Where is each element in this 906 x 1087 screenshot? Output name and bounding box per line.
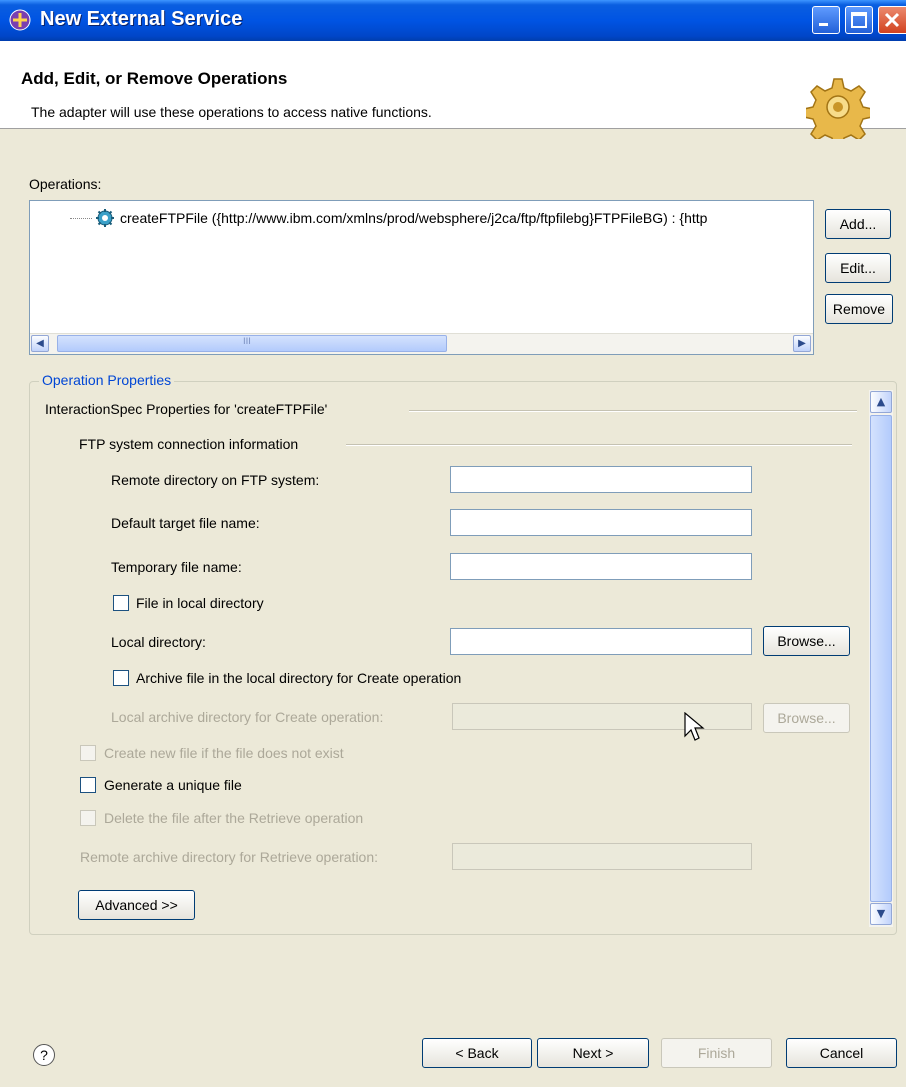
help-icon[interactable]: ? — [33, 1044, 55, 1066]
temp-file-label: Temporary file name: — [111, 559, 242, 575]
interactionspec-heading: InteractionSpec Properties for 'createFT… — [45, 401, 328, 417]
scroll-up-button[interactable]: ▲ — [870, 391, 892, 413]
close-button[interactable] — [878, 6, 906, 34]
arrow-up-icon: ▲ — [876, 395, 886, 408]
add-button[interactable]: Add... — [825, 209, 891, 239]
horizontal-scrollbar[interactable]: ◀ III ▶ — [30, 333, 813, 354]
delete-after-label: Delete the file after the Retrieve opera… — [104, 810, 364, 826]
local-archive-label: Local archive directory for Create opera… — [111, 709, 384, 725]
default-target-label: Default target file name: — [111, 515, 260, 531]
remove-button[interactable]: Remove — [825, 294, 893, 324]
scroll-thumb[interactable] — [870, 415, 892, 902]
maximize-button[interactable] — [845, 6, 873, 34]
ftp-heading: FTP system connection information — [79, 436, 299, 452]
arrow-right-icon: ▶ — [798, 338, 806, 349]
remote-archive-label: Remote archive directory for Retrieve op… — [80, 849, 379, 865]
back-button[interactable]: < Back — [422, 1038, 532, 1068]
file-in-local-label: File in local directory — [136, 595, 264, 611]
local-dir-label: Local directory: — [111, 634, 206, 650]
scroll-down-button[interactable]: ▼ — [870, 903, 892, 925]
scroll-thumb[interactable]: III — [57, 335, 447, 352]
group-legend: Operation Properties — [39, 372, 175, 388]
archive-label: Archive file in the local directory for … — [136, 670, 462, 686]
default-target-input[interactable] — [450, 509, 752, 536]
operations-list[interactable]: createFTPFile ({http://www.ibm.com/xmlns… — [29, 200, 814, 355]
cancel-button[interactable]: Cancel — [786, 1038, 897, 1068]
page-title: Add, Edit, or Remove Operations — [21, 69, 288, 88]
close-icon — [884, 12, 900, 28]
app-icon — [9, 9, 31, 31]
scroll-right-button[interactable]: ▶ — [793, 335, 811, 352]
tree-connector — [70, 217, 92, 219]
next-button[interactable]: Next > — [537, 1038, 649, 1068]
scroll-grip: III — [243, 337, 251, 347]
remote-archive-input[interactable] — [452, 843, 752, 870]
file-in-local-checkbox[interactable] — [113, 595, 129, 611]
local-dir-input[interactable] — [450, 628, 752, 655]
local-archive-input[interactable] — [452, 703, 752, 730]
page-description: The adapter will use these operations to… — [31, 104, 432, 120]
list-item[interactable]: createFTPFile ({http://www.ibm.com/xmlns… — [70, 207, 707, 229]
window-title: New External Service — [40, 8, 243, 30]
remote-dir-input[interactable] — [450, 466, 752, 493]
temp-file-input[interactable] — [450, 553, 752, 580]
finish-button[interactable]: Finish — [661, 1038, 772, 1068]
create-new-label: Create new file if the file does not exi… — [104, 745, 344, 761]
archive-checkbox[interactable] — [113, 670, 129, 686]
dialog-window: New External Service Add, Edit, or Remov… — [0, 0, 906, 1087]
minimize-button[interactable] — [812, 6, 840, 34]
operations-label: Operations: — [29, 176, 102, 192]
separator — [346, 444, 852, 446]
operation-label: createFTPFile ({http://www.ibm.com/xmlns… — [120, 210, 708, 226]
delete-after-checkbox[interactable] — [80, 810, 96, 826]
browse-archive-button[interactable]: Browse... — [763, 703, 850, 733]
edit-button[interactable]: Edit... — [825, 253, 891, 283]
generate-unique-checkbox[interactable] — [80, 777, 96, 793]
arrow-left-icon: ◀ — [36, 338, 44, 349]
maximize-icon — [851, 12, 867, 28]
remote-dir-label: Remote directory on FTP system: — [111, 472, 320, 488]
title-bar: New External Service — [0, 0, 906, 41]
browse-button[interactable]: Browse... — [763, 626, 850, 656]
vertical-scrollbar[interactable]: ▲ ▼ — [869, 390, 893, 927]
mouse-cursor-icon — [684, 712, 705, 741]
wizard-header: Add, Edit, or Remove Operations The adap… — [0, 41, 906, 129]
minimize-icon — [819, 23, 828, 26]
separator — [409, 410, 857, 412]
gear-icon — [806, 78, 870, 139]
advanced-button[interactable]: Advanced >> — [78, 890, 195, 920]
operation-gear-icon — [96, 209, 114, 227]
generate-unique-label: Generate a unique file — [104, 777, 242, 793]
arrow-down-icon: ▼ — [876, 907, 886, 920]
scroll-left-button[interactable]: ◀ — [31, 335, 49, 352]
create-new-checkbox[interactable] — [80, 745, 96, 761]
